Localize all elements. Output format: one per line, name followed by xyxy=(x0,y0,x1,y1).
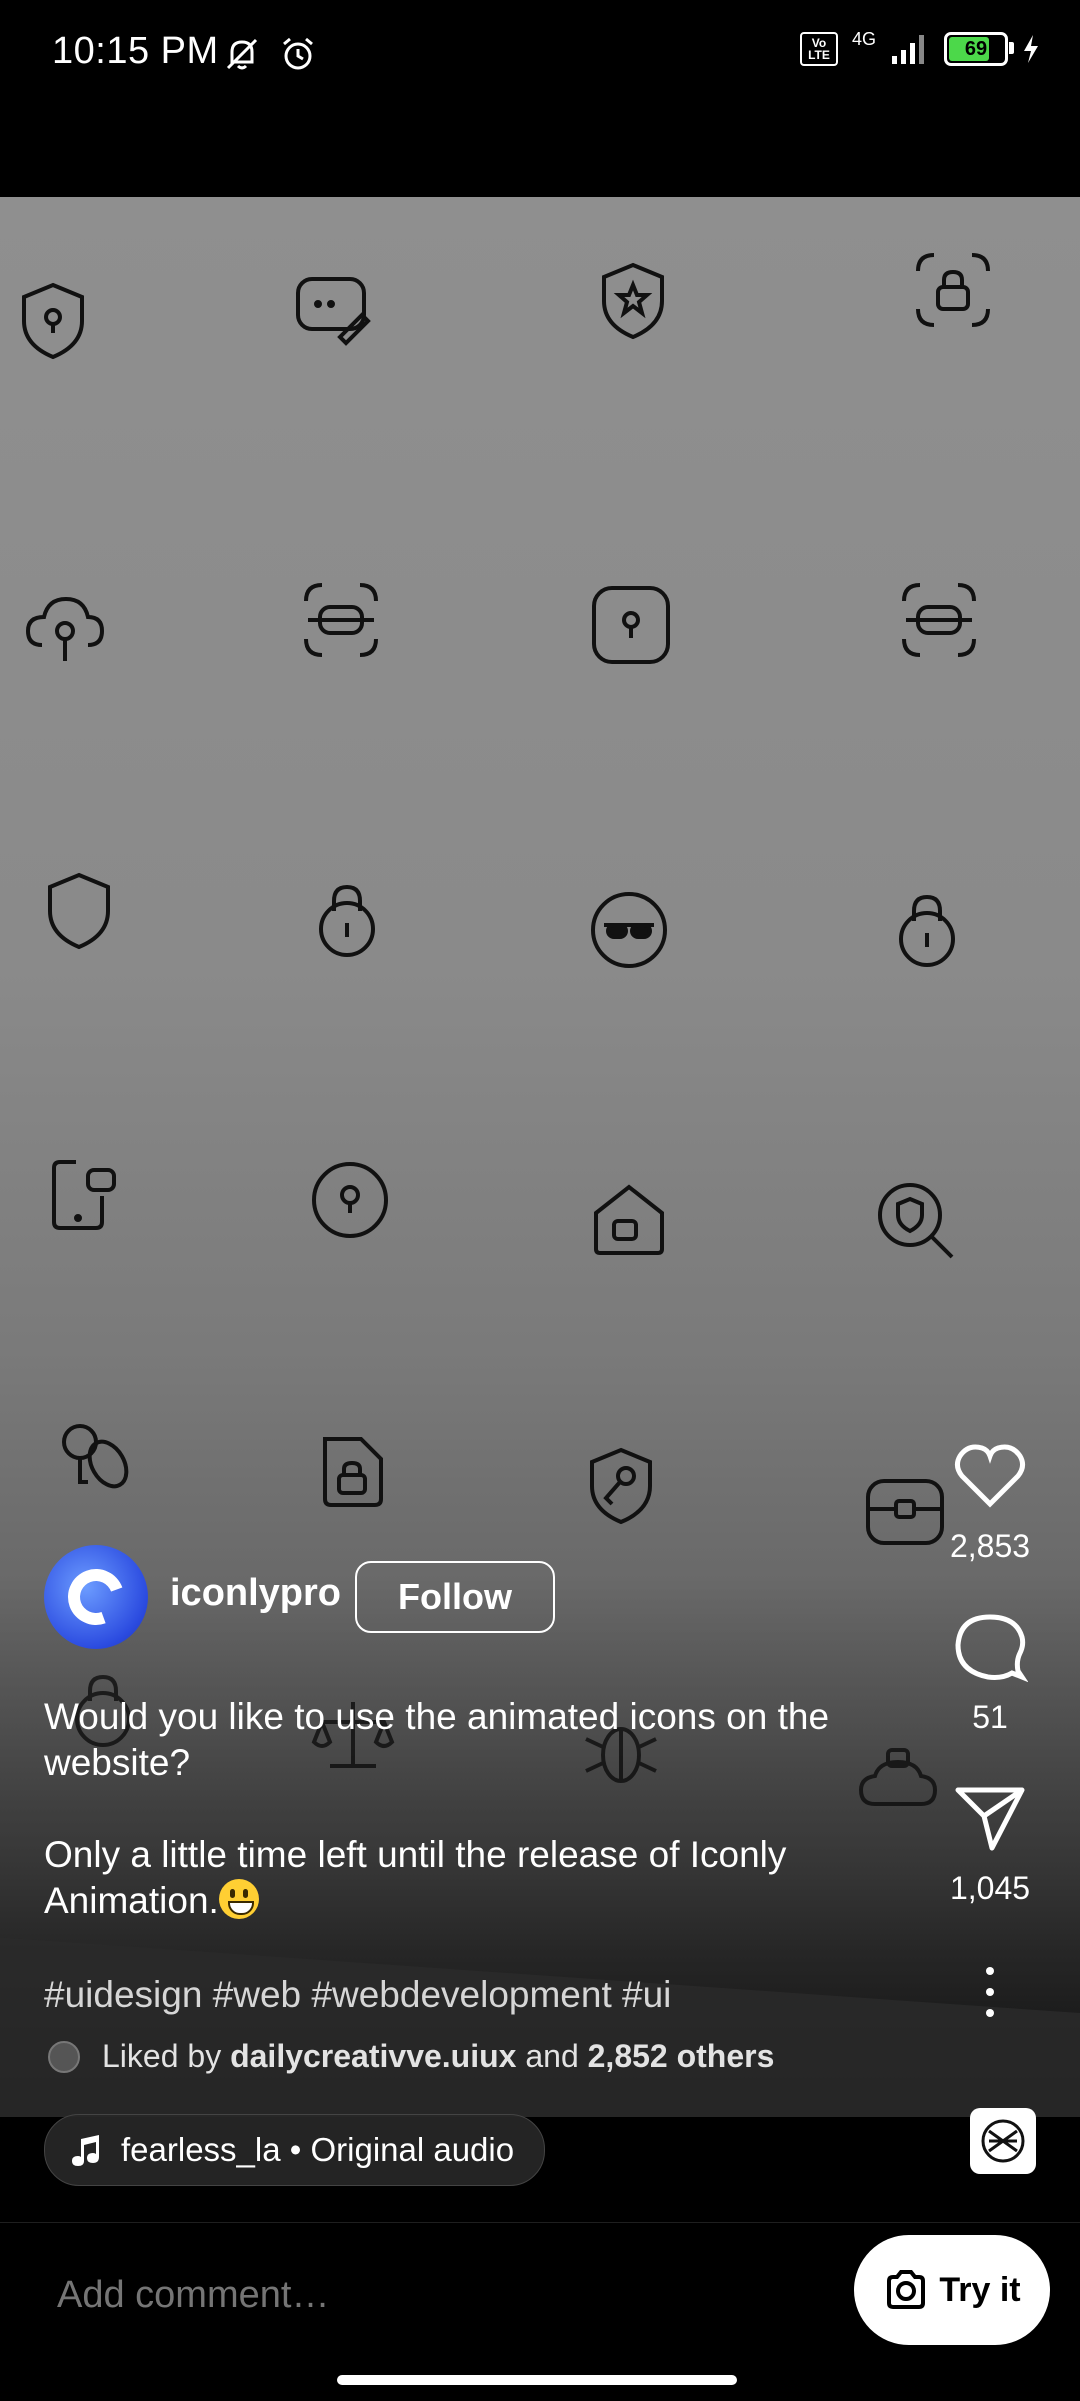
scan-card-icon xyxy=(298,577,384,663)
liked-by-and: and xyxy=(525,2038,579,2074)
chat-edit-icon xyxy=(290,267,376,353)
caption[interactable]: Would you like to use the animated icons… xyxy=(44,1694,904,1924)
search-shield-icon xyxy=(872,1177,958,1263)
file-lock-icon xyxy=(309,1429,395,1515)
username[interactable]: iconlypro xyxy=(170,1572,341,1615)
audio-label: fearless_la • Original audio xyxy=(121,2131,515,2168)
comment-bar: Try it xyxy=(0,2222,1080,2401)
shield-icon xyxy=(36,867,122,953)
grinning-emoji-icon xyxy=(218,1879,259,1919)
status-right-icons: Vo LTE 4G 69 xyxy=(799,28,1040,66)
comment-action[interactable]: 51 xyxy=(952,1609,1028,1736)
audio-pill[interactable]: fearless_la • Original audio xyxy=(44,2114,546,2186)
status-bar: 10:15 PM Vo LTE 4G 69 xyxy=(0,0,1080,110)
status-left-icons xyxy=(222,34,318,74)
comment-count: 51 xyxy=(972,1699,1008,1735)
share-count: 1,045 xyxy=(949,1870,1031,1906)
liked-by-user[interactable]: dailycreativve.uiux xyxy=(230,2038,516,2075)
try-it-button[interactable]: Try it xyxy=(854,2235,1050,2345)
like-count: 2,853 xyxy=(949,1528,1031,1564)
scan-card-icon xyxy=(896,577,982,663)
padlock-icon xyxy=(884,887,970,973)
status-time: 10:15 PM xyxy=(52,30,219,72)
paper-plane-icon[interactable] xyxy=(952,1780,1028,1856)
keyhole-square-icon xyxy=(588,582,674,668)
action-column: 2,853 51 1,045 xyxy=(930,1438,1050,2017)
key-tag-icon xyxy=(50,1412,136,1498)
follow-button[interactable]: Follow xyxy=(355,1561,555,1633)
audio-cover-icon xyxy=(981,2119,1025,2163)
shield-star-icon xyxy=(590,257,676,343)
more-vertical-icon[interactable] xyxy=(980,1967,1000,2017)
try-it-label: Try it xyxy=(939,2270,1021,2309)
camera-icon xyxy=(887,2270,926,2309)
network-type: 4G xyxy=(851,28,876,49)
battery-level: 69 xyxy=(964,37,988,60)
audio-thumbnail[interactable] xyxy=(970,2108,1036,2174)
volte-icon: Vo LTE xyxy=(799,32,838,66)
avatar[interactable] xyxy=(44,1545,148,1649)
heart-icon[interactable] xyxy=(952,1438,1028,1514)
caption-line-1: Would you like to use the animated icons… xyxy=(44,1696,830,1783)
music-note-icon xyxy=(72,2135,99,2166)
padlock-icon xyxy=(304,877,390,963)
liked-by-prefix: Liked by xyxy=(102,2038,222,2074)
incognito-icon xyxy=(586,887,672,973)
avatar-logo xyxy=(58,1559,134,1635)
scan-lock-icon xyxy=(910,247,996,333)
charging-icon xyxy=(1024,35,1038,63)
share-action[interactable]: 1,045 xyxy=(950,1780,1030,1907)
liker-avatar xyxy=(48,2040,80,2073)
home-indicator[interactable] xyxy=(337,2375,737,2385)
home-lock-icon xyxy=(586,1177,672,1263)
keyhole-circle-icon xyxy=(307,1157,393,1243)
like-action[interactable]: 2,853 xyxy=(950,1438,1030,1565)
caption-line-2: Only a little time left until the releas… xyxy=(44,1834,787,1921)
comment-bubble-icon[interactable] xyxy=(952,1609,1028,1685)
comment-input[interactable] xyxy=(55,2273,759,2318)
liked-by[interactable]: Liked by dailycreativve.uiux and 2,852 o… xyxy=(48,2038,774,2075)
signal-icon xyxy=(892,35,924,64)
battery-indicator: 69 xyxy=(944,32,1014,66)
liked-by-others[interactable]: 2,852 others xyxy=(588,2038,775,2075)
hashtags[interactable]: #uidesign #web #webdevelopment #ui xyxy=(44,1974,671,2016)
phone-lock-icon xyxy=(46,1152,132,1238)
shield-key-icon xyxy=(578,1442,664,1528)
bell-off-icon xyxy=(226,38,258,70)
cloud-lock-icon xyxy=(22,587,108,673)
shield-lock-icon xyxy=(10,277,96,363)
alarm-icon xyxy=(283,37,313,70)
